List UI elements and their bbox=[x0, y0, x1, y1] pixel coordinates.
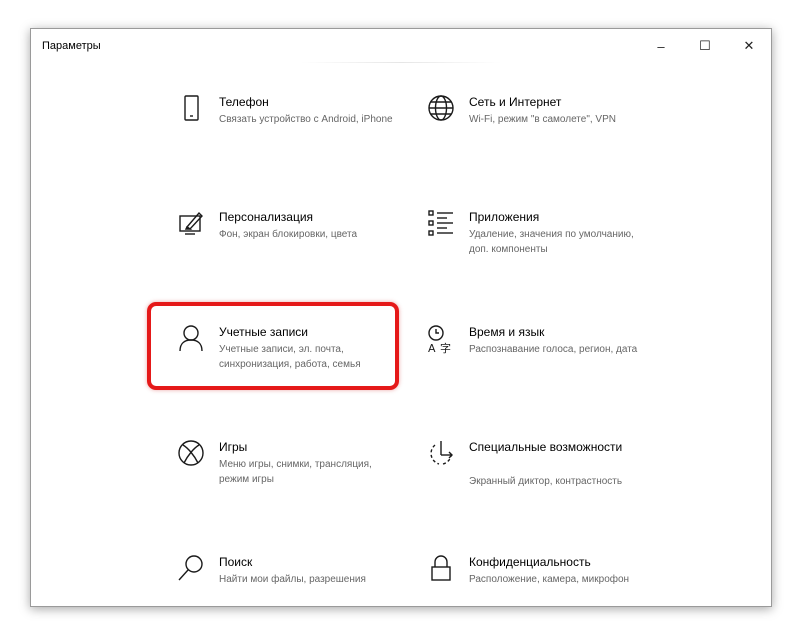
tile-phone[interactable]: Телефон Связать устройство с Android, iP… bbox=[175, 92, 405, 172]
search-area-edge bbox=[301, 62, 501, 63]
svg-text:字: 字 bbox=[440, 341, 451, 354]
settings-window: Параметры – ☐ ✕ Телефон Связать устройст… bbox=[30, 28, 772, 607]
title-bar[interactable]: Параметры – ☐ ✕ bbox=[31, 29, 771, 63]
tile-personalization[interactable]: Персонализация Фон, экран блокировки, цв… bbox=[175, 207, 405, 287]
tile-network[interactable]: Сеть и Интернет Wi-Fi, режим "в самолете… bbox=[425, 92, 655, 172]
tile-description: Меню игры, снимки, трансляция, режим игр… bbox=[219, 459, 372, 485]
tile-title: Приложения bbox=[469, 210, 540, 224]
tile-gaming[interactable]: Игры Меню игры, снимки, трансляция, режи… bbox=[175, 437, 405, 517]
tile-title: Специальные возможности bbox=[469, 440, 623, 454]
ease-of-access-icon bbox=[425, 437, 457, 469]
tile-description: Найти мои файлы, разрешения bbox=[219, 574, 366, 585]
tile-title: Телефон bbox=[219, 95, 269, 109]
tile-description: Удаление, значения по умолчанию, доп. ко… bbox=[469, 229, 634, 255]
maximize-button[interactable]: ☐ bbox=[683, 29, 727, 63]
apps-list-icon bbox=[425, 207, 457, 239]
tile-ease-of-access[interactable]: Специальные возможности Экранный диктор,… bbox=[425, 437, 655, 517]
svg-text:A: A bbox=[428, 342, 436, 354]
window-title: Параметры bbox=[42, 40, 101, 52]
tile-privacy[interactable]: Конфиденциальность Расположение, камера,… bbox=[425, 552, 655, 606]
personalization-icon bbox=[175, 207, 207, 239]
tile-time-language[interactable]: A 字 Время и язык Распознавание голоса, р… bbox=[425, 322, 655, 402]
tile-apps[interactable]: Приложения Удаление, значения по умолчан… bbox=[425, 207, 655, 287]
search-icon bbox=[175, 552, 207, 584]
minimize-button[interactable]: – bbox=[639, 29, 683, 63]
highlight-frame bbox=[147, 302, 399, 390]
globe-icon bbox=[425, 92, 457, 124]
lock-icon bbox=[425, 552, 457, 584]
tile-title: Персонализация bbox=[219, 210, 314, 224]
phone-icon bbox=[175, 92, 207, 124]
tile-description: Связать устройство с Android, iPhone bbox=[219, 114, 393, 125]
xbox-icon bbox=[175, 437, 207, 469]
tile-description: Фон, экран блокировки, цвета bbox=[219, 229, 358, 240]
tile-title: Время и язык bbox=[469, 325, 545, 339]
tile-title: Сеть и Интернет bbox=[469, 95, 562, 109]
tile-search[interactable]: Поиск Найти мои файлы, разрешения bbox=[175, 552, 405, 606]
tile-description: Расположение, камера, микрофон bbox=[469, 574, 630, 585]
close-button[interactable]: ✕ bbox=[727, 29, 771, 63]
tile-description: Wi-Fi, режим "в самолете", VPN bbox=[469, 114, 616, 125]
tile-title: Игры bbox=[219, 440, 248, 454]
tile-title: Поиск bbox=[219, 555, 253, 569]
tile-title: Конфиденциальность bbox=[469, 555, 591, 569]
tile-description: Экранный диктор, контрастность bbox=[469, 476, 623, 487]
time-language-icon: A 字 bbox=[425, 322, 457, 354]
tile-description: Распознавание голоса, регион, дата bbox=[469, 344, 638, 355]
